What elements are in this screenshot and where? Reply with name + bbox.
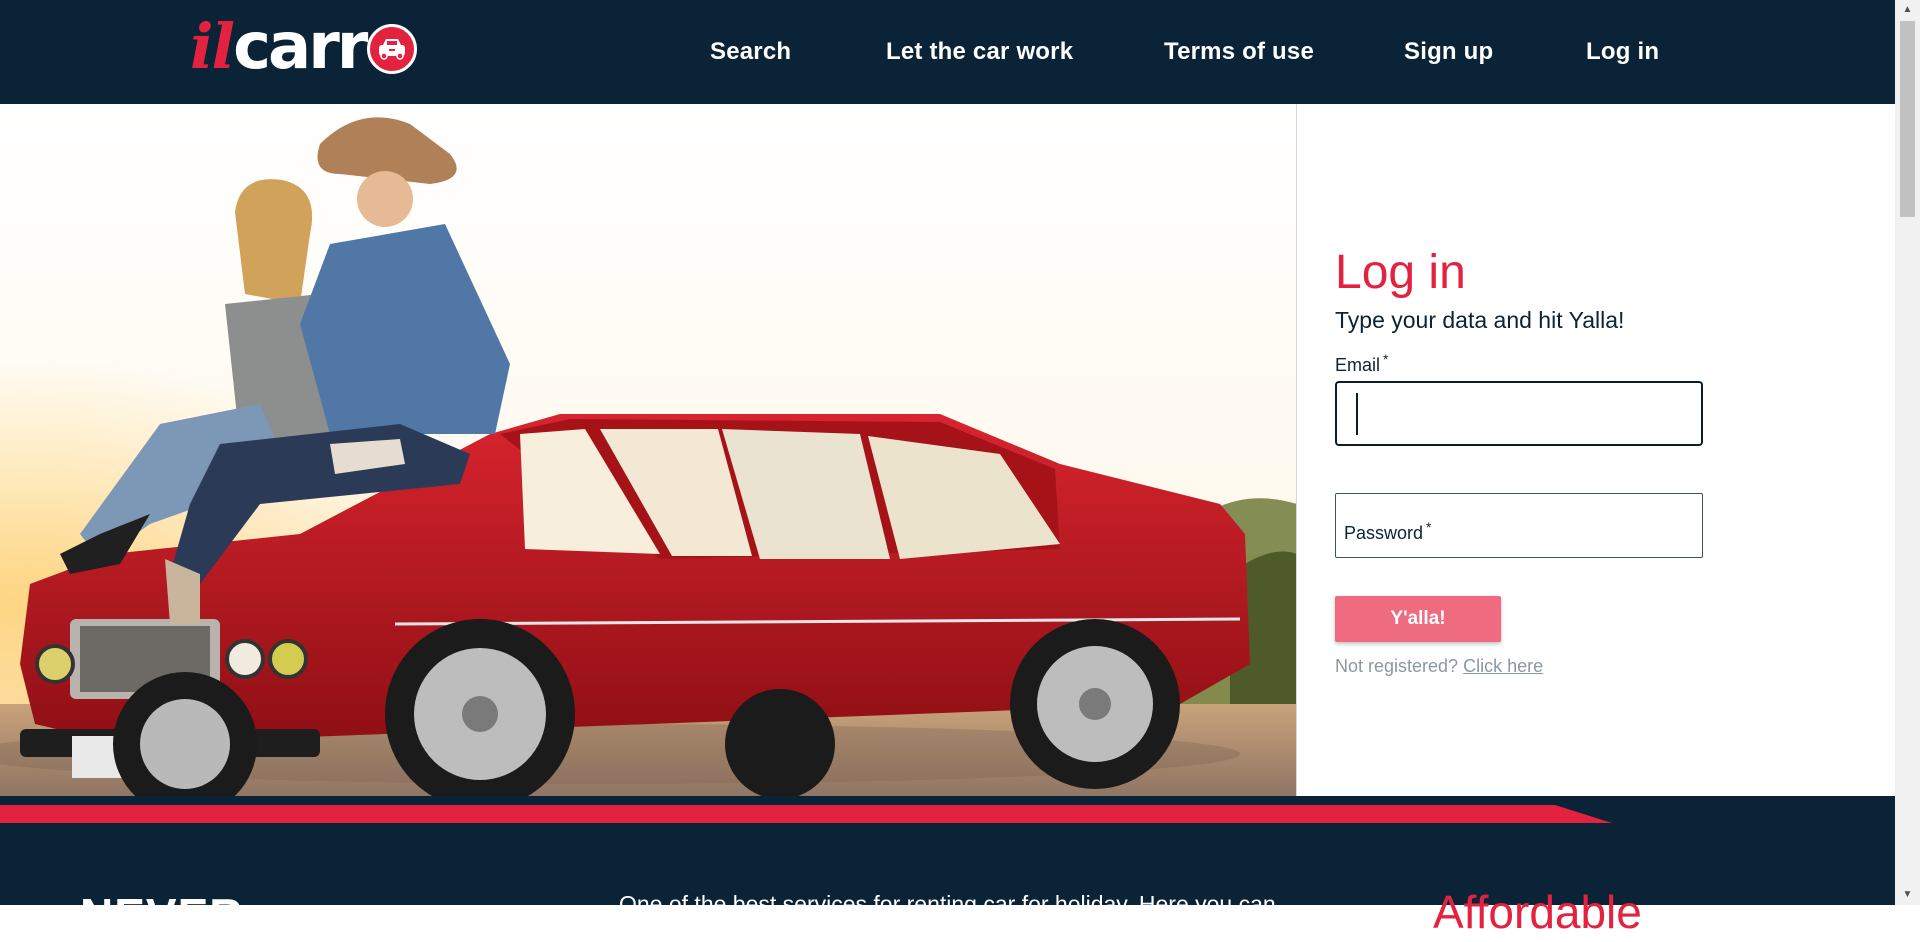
- yalla-submit-button[interactable]: Y'alla!: [1335, 596, 1501, 642]
- red-accent-stripe: [0, 805, 1612, 823]
- nav-terms-of-use[interactable]: Terms of use: [1164, 38, 1314, 66]
- login-subtitle: Type your data and hit Yalla!: [1335, 307, 1625, 333]
- vertical-divider: [1296, 104, 1297, 796]
- not-registered-text: Not registered?: [1335, 656, 1459, 676]
- text-caret: [1356, 393, 1358, 435]
- nav-let-the-car-work[interactable]: Let the car work: [886, 38, 1073, 66]
- scroll-down-arrow-icon[interactable]: ▼: [1895, 885, 1920, 905]
- password-field[interactable]: [1335, 493, 1703, 558]
- email-field[interactable]: [1335, 381, 1703, 446]
- password-input[interactable]: [1336, 494, 1702, 557]
- vertical-scrollbar[interactable]: ▲ ▼: [1895, 0, 1920, 905]
- nav-search[interactable]: Search: [710, 38, 791, 66]
- footer-red-heading: Affordable: [1433, 886, 1642, 938]
- scroll-up-arrow-icon[interactable]: ▲: [1895, 0, 1920, 20]
- login-title: Log in: [1335, 246, 1466, 299]
- hero-illustration: [0, 104, 1297, 796]
- hero-image: [0, 104, 1297, 796]
- email-label: Email *: [1335, 351, 1388, 376]
- top-header: il carr Search Let the car work Terms of…: [0, 0, 1895, 104]
- email-input[interactable]: [1337, 383, 1701, 444]
- email-required-mark: *: [1383, 351, 1389, 367]
- main-nav: Search Let the car work Terms of use Sig…: [0, 0, 1895, 104]
- nav-log-in[interactable]: Log in: [1586, 38, 1659, 66]
- click-here-link[interactable]: Click here: [1463, 656, 1543, 676]
- not-registered-line: Not registered? Click here: [1335, 656, 1543, 677]
- footer-heading: NEVER: [80, 889, 244, 941]
- nav-sign-up[interactable]: Sign up: [1404, 38, 1493, 66]
- email-label-text: Email: [1335, 355, 1381, 375]
- scroll-thumb[interactable]: [1900, 21, 1915, 217]
